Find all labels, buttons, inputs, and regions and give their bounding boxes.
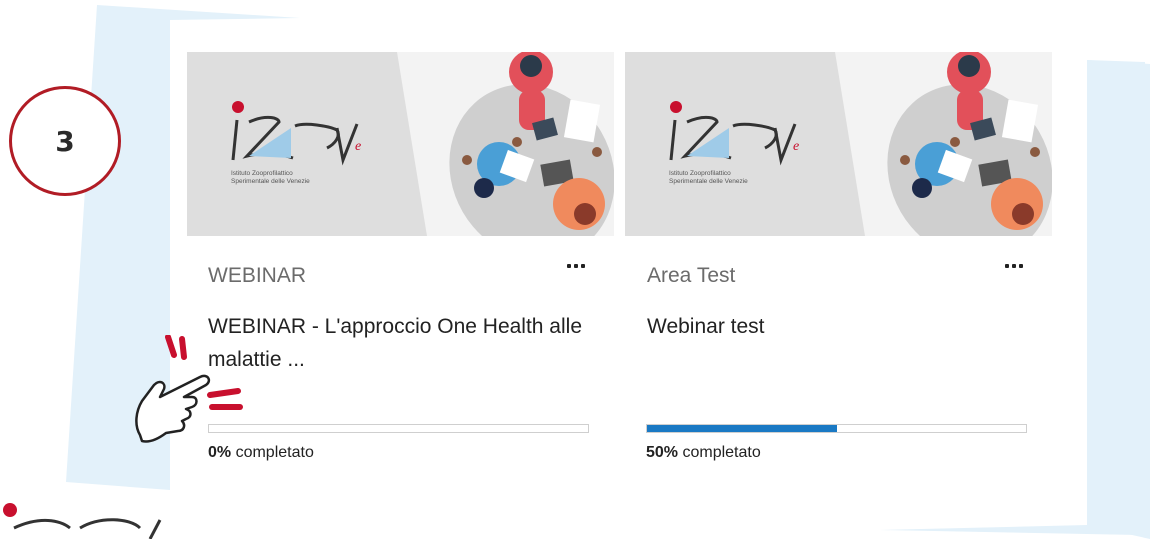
progress-bar	[208, 424, 589, 433]
course-card[interactable]: e Istituto Zooprofilattico Sperimentale …	[625, 52, 1052, 472]
svg-text:e: e	[793, 139, 799, 154]
progress-bar	[646, 424, 1027, 433]
course-image[interactable]: e Istituto Zooprofilattico Sperimentale …	[187, 52, 614, 236]
progress-label: 50% completato	[646, 444, 761, 462]
svg-text:Istituto Zooprofilattico: Istituto Zooprofilattico	[669, 170, 731, 177]
course-category: WEBINAR	[208, 264, 307, 287]
svg-text:e: e	[355, 139, 361, 154]
course-title-link[interactable]: Webinar test	[647, 310, 1027, 343]
menu-dots-icon[interactable]	[564, 256, 588, 276]
izsve-logo	[3, 503, 162, 539]
course-card[interactable]: e Istituto Zooprofilattico Sperimentale …	[187, 52, 614, 472]
course-title-link[interactable]: WEBINAR - L'approccio One Health alle ma…	[208, 310, 588, 376]
progress-fill	[647, 425, 837, 432]
step-number: 3	[55, 124, 75, 158]
progress-value: 50%	[646, 444, 679, 461]
menu-dots-icon[interactable]	[1002, 256, 1026, 276]
pointing-hand-icon	[135, 335, 243, 443]
course-image[interactable]: e Istituto Zooprofilattico Sperimentale …	[625, 52, 1052, 236]
progress-suffix: completato	[678, 444, 761, 461]
svg-text:Sperimentale delle Venezie: Sperimentale delle Venezie	[231, 178, 310, 185]
course-category: Area Test	[647, 264, 736, 287]
step-number-badge: 3	[9, 86, 121, 196]
svg-text:Sperimentale delle Venezie: Sperimentale delle Venezie	[669, 178, 748, 185]
svg-text:Istituto Zooprofilattico: Istituto Zooprofilattico	[231, 170, 293, 177]
